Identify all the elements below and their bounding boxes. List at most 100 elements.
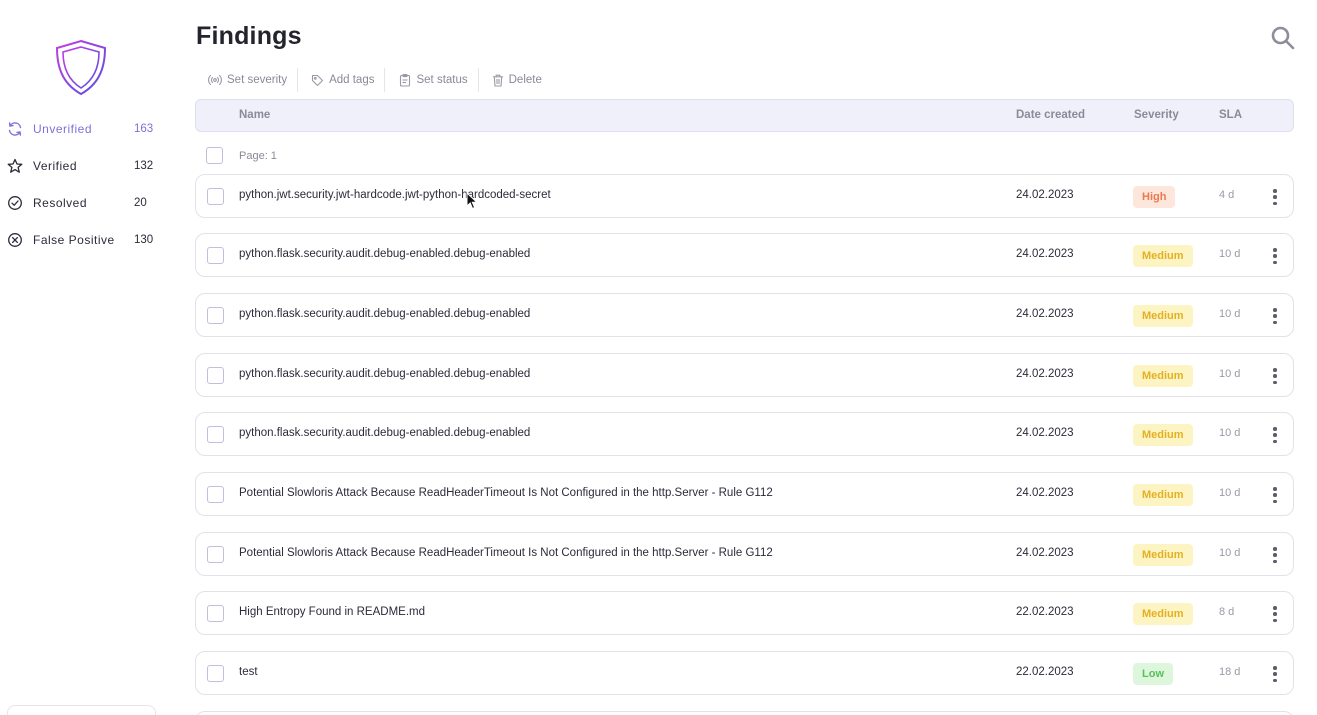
sidebar-item-label: Verified: [33, 159, 78, 173]
row-menu-icon[interactable]: [1266, 366, 1284, 386]
set-status-label: Set status: [416, 74, 468, 86]
finding-name[interactable]: High Entropy Found in README.md: [239, 606, 425, 618]
finding-name[interactable]: Potential Slowloris Attack Because ReadH…: [239, 487, 773, 499]
tag-icon: [312, 74, 324, 86]
check-circle-icon: [6, 194, 24, 212]
severity-badge: Medium: [1133, 365, 1193, 387]
add-tags-button[interactable]: Add tags: [298, 68, 384, 92]
row-menu-icon[interactable]: [1266, 604, 1284, 624]
row-menu-icon[interactable]: [1266, 246, 1284, 266]
column-header-date-created[interactable]: Date created: [1016, 109, 1085, 121]
sla-value: 10 d: [1219, 547, 1241, 559]
table-row[interactable]: python.flask.security.audit.debug-enable…: [195, 353, 1294, 397]
set-severity-label: Set severity: [227, 74, 288, 86]
shield-logo: [55, 39, 107, 96]
finding-date: 22.02.2023: [1016, 606, 1074, 618]
finding-date: 24.02.2023: [1016, 189, 1074, 201]
sidebar-item-count: 130: [134, 234, 154, 246]
refresh-icon: [6, 120, 24, 138]
severity-badge: Medium: [1133, 305, 1193, 327]
sla-value: 10 d: [1219, 368, 1241, 380]
sidebar-bottom-panel[interactable]: [7, 705, 156, 715]
row-checkbox[interactable]: [207, 188, 224, 205]
severity-badge: Medium: [1133, 245, 1193, 267]
page-title: Findings: [196, 22, 302, 50]
row-menu-icon[interactable]: [1266, 485, 1284, 505]
severity-badge: Medium: [1133, 603, 1193, 625]
table-row[interactable]: Potential Slowloris Attack Because ReadH…: [195, 532, 1294, 576]
severity-badge: Medium: [1133, 484, 1193, 506]
row-menu-icon[interactable]: [1266, 664, 1284, 684]
sla-value: 10 d: [1219, 487, 1241, 499]
finding-date: 24.02.2023: [1016, 248, 1074, 260]
column-header-severity[interactable]: Severity: [1134, 109, 1179, 121]
star-icon: [6, 157, 24, 175]
sidebar-item-label: Unverified: [33, 122, 93, 136]
delete-label: Delete: [508, 74, 542, 86]
sla-value: 10 d: [1219, 308, 1241, 320]
select-page-checkbox[interactable]: [206, 147, 223, 164]
row-checkbox[interactable]: [207, 546, 224, 563]
set-severity-button[interactable]: Set severity: [200, 68, 297, 92]
sla-value: 18 d: [1219, 666, 1241, 678]
sidebar-item-false-positive[interactable]: False Positive 130: [6, 228, 156, 252]
column-header-name[interactable]: Name: [239, 109, 270, 121]
row-checkbox[interactable]: [207, 665, 224, 682]
finding-date: 22.02.2023: [1016, 666, 1074, 678]
row-menu-icon[interactable]: [1266, 306, 1284, 326]
finding-name[interactable]: python.jwt.security.jwt-hardcode.jwt-pyt…: [239, 189, 551, 201]
finding-date: 24.02.2023: [1016, 547, 1074, 559]
finding-date: 24.02.2023: [1016, 308, 1074, 320]
sidebar-item-unverified[interactable]: Unverified 163: [6, 117, 156, 141]
row-checkbox[interactable]: [207, 247, 224, 264]
delete-button[interactable]: Delete: [479, 68, 552, 92]
row-checkbox[interactable]: [207, 367, 224, 384]
sidebar-item-count: 132: [134, 160, 154, 172]
search-icon: [1271, 26, 1295, 50]
sidebar-item-label: Resolved: [33, 196, 88, 210]
finding-name[interactable]: test: [239, 666, 258, 678]
set-status-button[interactable]: Set status: [385, 68, 477, 92]
table-row[interactable]: python.flask.security.audit.debug-enable…: [195, 233, 1294, 277]
table-row[interactable]: High Entropy Found in README.md 22.02.20…: [195, 591, 1294, 635]
finding-date: 24.02.2023: [1016, 368, 1074, 380]
add-tags-label: Add tags: [329, 74, 375, 86]
finding-name[interactable]: python.flask.security.audit.debug-enable…: [239, 248, 530, 260]
sidebar-item-label: False Positive: [33, 233, 115, 247]
table-row[interactable]: python.flask.security.audit.debug-enable…: [195, 293, 1294, 337]
row-checkbox[interactable]: [207, 426, 224, 443]
table-row[interactable]: python.flask.security.audit.debug-enable…: [195, 412, 1294, 456]
table-row[interactable]: [195, 711, 1294, 715]
sidebar-item-count: 163: [134, 123, 154, 135]
search-button[interactable]: [1270, 25, 1296, 51]
bulk-actions-toolbar: Set severity Add tags Set status Delete: [200, 68, 552, 92]
row-checkbox[interactable]: [207, 307, 224, 324]
severity-badge: Low: [1133, 663, 1173, 685]
column-header-sla[interactable]: SLA: [1219, 109, 1242, 121]
table-row[interactable]: python.jwt.security.jwt-hardcode.jwt-pyt…: [195, 174, 1294, 218]
table-row[interactable]: Potential Slowloris Attack Because ReadH…: [195, 472, 1294, 516]
x-circle-icon: [6, 231, 24, 249]
clipboard-icon: [400, 73, 411, 87]
sidebar-item-count: 20: [134, 197, 147, 209]
row-menu-icon[interactable]: [1266, 425, 1284, 445]
sidebar-item-verified[interactable]: Verified 132: [6, 154, 156, 178]
severity-badge: High: [1133, 186, 1176, 208]
sidebar: Unverified 163 Verified 132 Resolved 20 …: [0, 0, 165, 715]
finding-name[interactable]: python.flask.security.audit.debug-enable…: [239, 368, 530, 380]
table-row[interactable]: test 22.02.2023 Low 18 d: [195, 651, 1294, 695]
finding-date: 24.02.2023: [1016, 487, 1074, 499]
sidebar-item-resolved[interactable]: Resolved 20: [6, 191, 156, 215]
table-header: Name Date created Severity SLA: [195, 99, 1294, 132]
finding-date: 24.02.2023: [1016, 427, 1074, 439]
finding-name[interactable]: python.flask.security.audit.debug-enable…: [239, 308, 530, 320]
row-checkbox[interactable]: [207, 605, 224, 622]
finding-name[interactable]: Potential Slowloris Attack Because ReadH…: [239, 547, 773, 559]
row-menu-icon[interactable]: [1266, 187, 1284, 207]
finding-name[interactable]: python.flask.security.audit.debug-enable…: [239, 427, 530, 439]
row-menu-icon[interactable]: [1266, 545, 1284, 565]
page-label: Page: 1: [239, 149, 277, 162]
sla-value: 10 d: [1219, 427, 1241, 439]
signal-icon: [208, 74, 222, 86]
row-checkbox[interactable]: [207, 486, 224, 503]
